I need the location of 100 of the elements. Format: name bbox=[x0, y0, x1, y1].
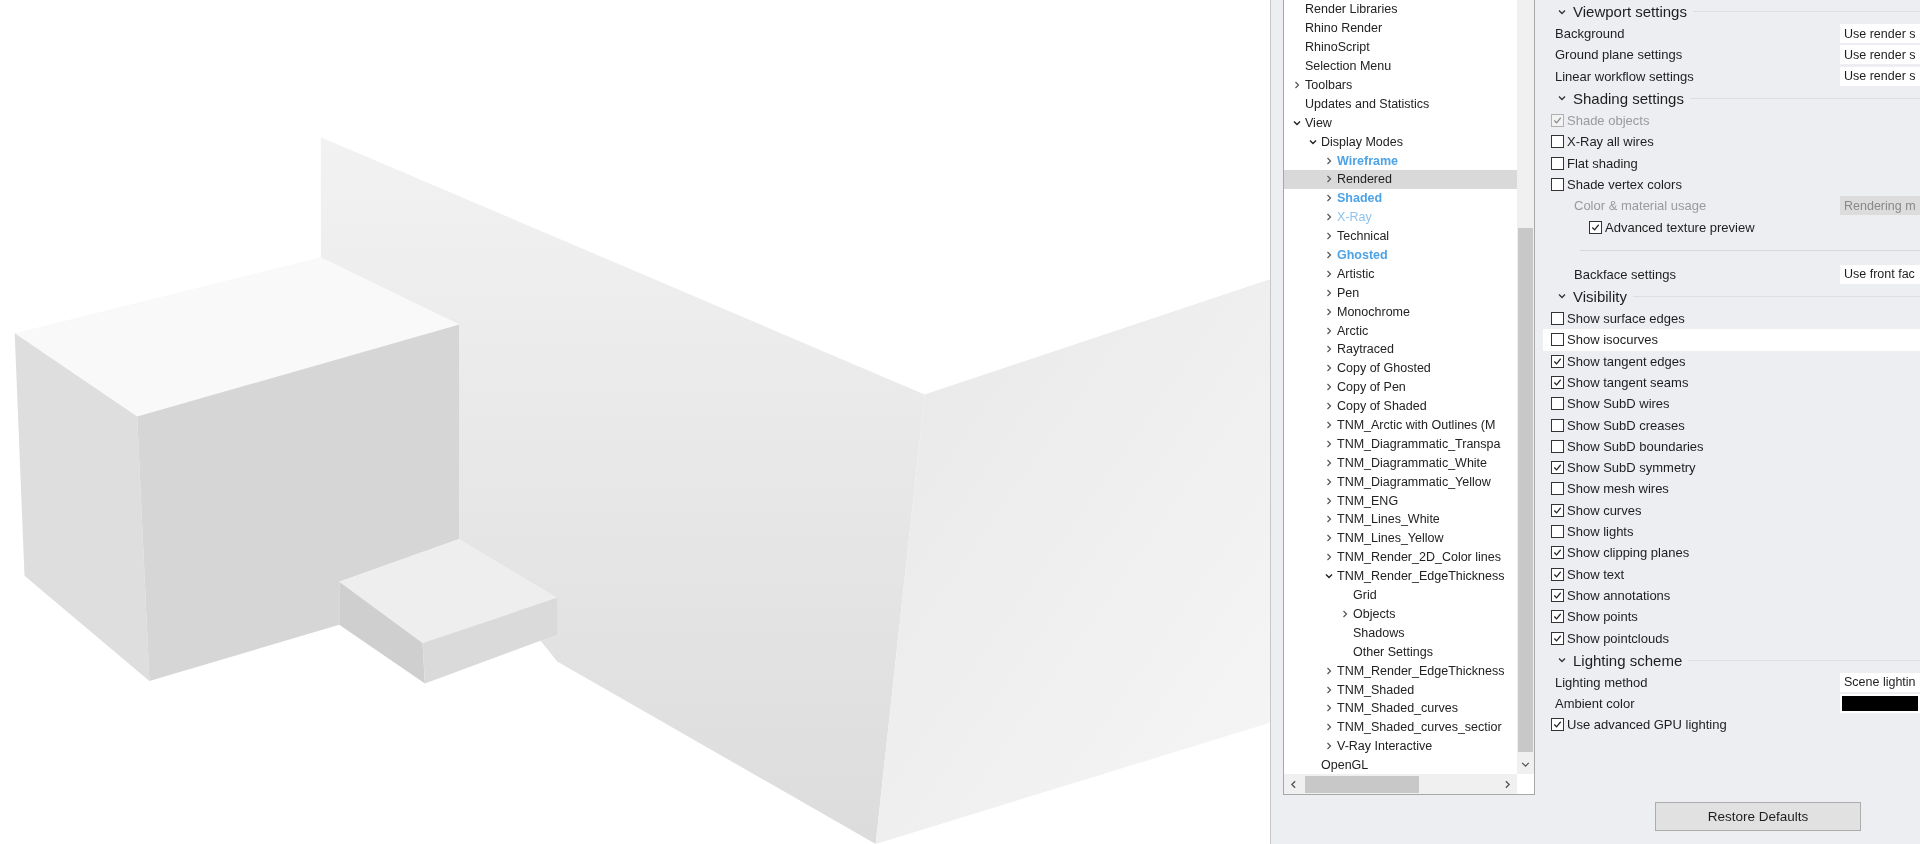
dropdown-field[interactable]: Use render s bbox=[1840, 24, 1920, 44]
checkbox[interactable] bbox=[1551, 482, 1564, 496]
tree-item[interactable]: Selection Menu bbox=[1284, 56, 1517, 76]
checkbox-label[interactable]: Show SubD boundaries bbox=[1567, 438, 1704, 454]
checkbox[interactable] bbox=[1551, 631, 1564, 645]
tree-item[interactable]: Copy of Pen bbox=[1284, 377, 1517, 397]
scrollbar-thumb[interactable] bbox=[1518, 228, 1533, 752]
checkbox-label[interactable]: Show tangent seams bbox=[1567, 375, 1689, 390]
chevron-right-icon[interactable] bbox=[1324, 268, 1334, 279]
checkbox-label[interactable]: Show pointclouds bbox=[1567, 630, 1669, 646]
chevron-right-icon[interactable] bbox=[1324, 703, 1334, 714]
checkbox[interactable] bbox=[1551, 718, 1564, 732]
checkbox-label[interactable]: Advanced texture preview bbox=[1605, 219, 1755, 235]
checkbox[interactable] bbox=[1551, 588, 1564, 602]
tree-item[interactable]: Artistic bbox=[1284, 264, 1517, 284]
checkbox[interactable] bbox=[1551, 135, 1564, 149]
chevron-right-icon[interactable] bbox=[1324, 420, 1334, 431]
checkbox-label[interactable]: Show SubD symmetry bbox=[1567, 460, 1696, 476]
tree-item[interactable]: RhinoScript bbox=[1284, 37, 1517, 57]
chevron-right-icon[interactable] bbox=[1324, 514, 1334, 525]
tree-item[interactable]: View bbox=[1284, 113, 1517, 133]
tree-item[interactable]: TNM_Shaded_curves_sectior bbox=[1284, 717, 1517, 737]
chevron-right-icon[interactable] bbox=[1324, 722, 1334, 733]
chevron-right-icon[interactable] bbox=[1324, 741, 1334, 752]
vertical-scrollbar[interactable] bbox=[1517, 0, 1534, 774]
tree-item[interactable]: Other Settings bbox=[1284, 642, 1517, 662]
chevron-right-icon[interactable] bbox=[1324, 174, 1334, 185]
tree-item[interactable]: Shadows bbox=[1284, 623, 1517, 643]
chevron-right-icon[interactable] bbox=[1324, 684, 1334, 695]
checkbox-label[interactable]: X-Ray all wires bbox=[1567, 134, 1654, 150]
tree-item[interactable]: Updates and Statistics bbox=[1284, 94, 1517, 114]
chevron-right-icon[interactable] bbox=[1324, 231, 1334, 242]
chevron-right-icon[interactable] bbox=[1324, 250, 1334, 260]
checkbox-label[interactable]: Show curves bbox=[1567, 502, 1642, 518]
tree-item[interactable]: Render Libraries bbox=[1284, 0, 1517, 19]
tree-item[interactable]: Arctic bbox=[1284, 321, 1517, 341]
checkbox-label[interactable]: Show tangent edges bbox=[1567, 353, 1686, 369]
chevron-right-icon[interactable] bbox=[1324, 401, 1334, 412]
chevron-right-icon[interactable] bbox=[1324, 382, 1334, 393]
checkbox[interactable] bbox=[1551, 354, 1564, 368]
tree-item[interactable]: TNM_Arctic with Outlines (M bbox=[1284, 415, 1517, 435]
chevron-right-icon[interactable] bbox=[1324, 665, 1334, 676]
checkbox-label[interactable]: Show surface edges bbox=[1567, 311, 1685, 327]
checkbox-label[interactable]: Show clipping planes bbox=[1567, 545, 1690, 561]
restore-defaults-button[interactable]: Restore Defaults bbox=[1655, 802, 1861, 831]
chevron-right-icon[interactable] bbox=[1324, 438, 1334, 449]
checkbox[interactable] bbox=[1551, 376, 1564, 389]
tree-item[interactable]: TNM_Diagrammatic_Yellow bbox=[1284, 472, 1517, 492]
tree-item[interactable]: Monochrome bbox=[1284, 302, 1517, 322]
chevron-right-icon[interactable] bbox=[1292, 80, 1302, 90]
checkbox[interactable] bbox=[1551, 610, 1564, 624]
checkbox-label[interactable]: Use advanced GPU lighting bbox=[1567, 717, 1727, 733]
checkbox-label[interactable]: Show SubD wires bbox=[1567, 396, 1670, 412]
chevron-right-icon[interactable] bbox=[1324, 344, 1334, 355]
tree-item[interactable]: Toolbars bbox=[1284, 75, 1517, 95]
tree-item[interactable]: OpenGL bbox=[1284, 755, 1517, 774]
tree-item[interactable]: TNM_Render_2D_Color lines bbox=[1284, 547, 1517, 567]
chevron-right-icon[interactable] bbox=[1324, 193, 1334, 204]
checkbox-label[interactable]: Show lights bbox=[1567, 524, 1634, 540]
tree-item[interactable]: Pen bbox=[1284, 283, 1517, 303]
tree-item[interactable]: Grid bbox=[1284, 585, 1517, 605]
chevron-right-icon[interactable] bbox=[1324, 476, 1334, 487]
chevron-right-icon[interactable] bbox=[1324, 212, 1334, 223]
dropdown-field[interactable]: Scene lightin bbox=[1840, 672, 1920, 692]
chevron-right-icon[interactable] bbox=[1324, 287, 1334, 298]
checkbox-label[interactable]: Show points bbox=[1567, 609, 1638, 625]
tree-item[interactable]: V-Ray Interactive bbox=[1284, 736, 1517, 756]
checkbox-label[interactable]: Show isocurves bbox=[1567, 332, 1659, 348]
checkbox-label[interactable]: Show text bbox=[1567, 566, 1625, 582]
chevron-right-icon[interactable] bbox=[1324, 533, 1334, 544]
chevron-right-icon[interactable] bbox=[1340, 608, 1350, 619]
tree-item[interactable]: Rendered bbox=[1284, 170, 1517, 189]
tree-item[interactable]: TNM_ENG bbox=[1284, 491, 1517, 511]
checkbox[interactable] bbox=[1551, 397, 1564, 411]
tree-item[interactable]: Copy of Ghosted bbox=[1284, 358, 1517, 378]
checkbox[interactable] bbox=[1551, 567, 1564, 581]
chevron-right-icon[interactable] bbox=[1324, 155, 1334, 166]
checkbox[interactable] bbox=[1551, 333, 1564, 347]
checkbox[interactable] bbox=[1551, 503, 1564, 517]
tree-item[interactable]: TNM_Shaded_curves bbox=[1284, 698, 1517, 718]
tree-item[interactable]: Raytraced bbox=[1284, 340, 1517, 359]
tree-item[interactable]: TNM_Lines_White bbox=[1284, 510, 1517, 529]
dropdown-field[interactable]: Use render s bbox=[1840, 45, 1920, 65]
tree-item[interactable]: TNM_Diagrammatic_Transpa bbox=[1284, 434, 1517, 454]
checkbox-label[interactable]: Show annotations bbox=[1567, 587, 1671, 603]
chevron-right-icon[interactable] bbox=[1324, 306, 1334, 317]
checkbox[interactable] bbox=[1551, 546, 1564, 560]
horizontal-scrollbar[interactable] bbox=[1284, 774, 1517, 794]
chevron-right-icon[interactable] bbox=[1324, 495, 1334, 506]
checkbox[interactable] bbox=[1551, 156, 1564, 170]
tree-item[interactable]: TNM_Render_EdgeThickness bbox=[1284, 661, 1517, 681]
checkbox[interactable] bbox=[1551, 461, 1564, 475]
tree-item[interactable]: Objects bbox=[1284, 604, 1517, 624]
chevron-right-icon[interactable] bbox=[1324, 325, 1334, 336]
checkbox[interactable] bbox=[1589, 220, 1602, 234]
checkbox-label[interactable]: Show SubD creases bbox=[1567, 417, 1685, 433]
scrollbar-thumb[interactable] bbox=[1305, 775, 1419, 793]
dropdown-field[interactable]: Use render s bbox=[1840, 66, 1920, 86]
checkbox[interactable] bbox=[1551, 312, 1564, 326]
checkbox[interactable] bbox=[1551, 177, 1564, 191]
